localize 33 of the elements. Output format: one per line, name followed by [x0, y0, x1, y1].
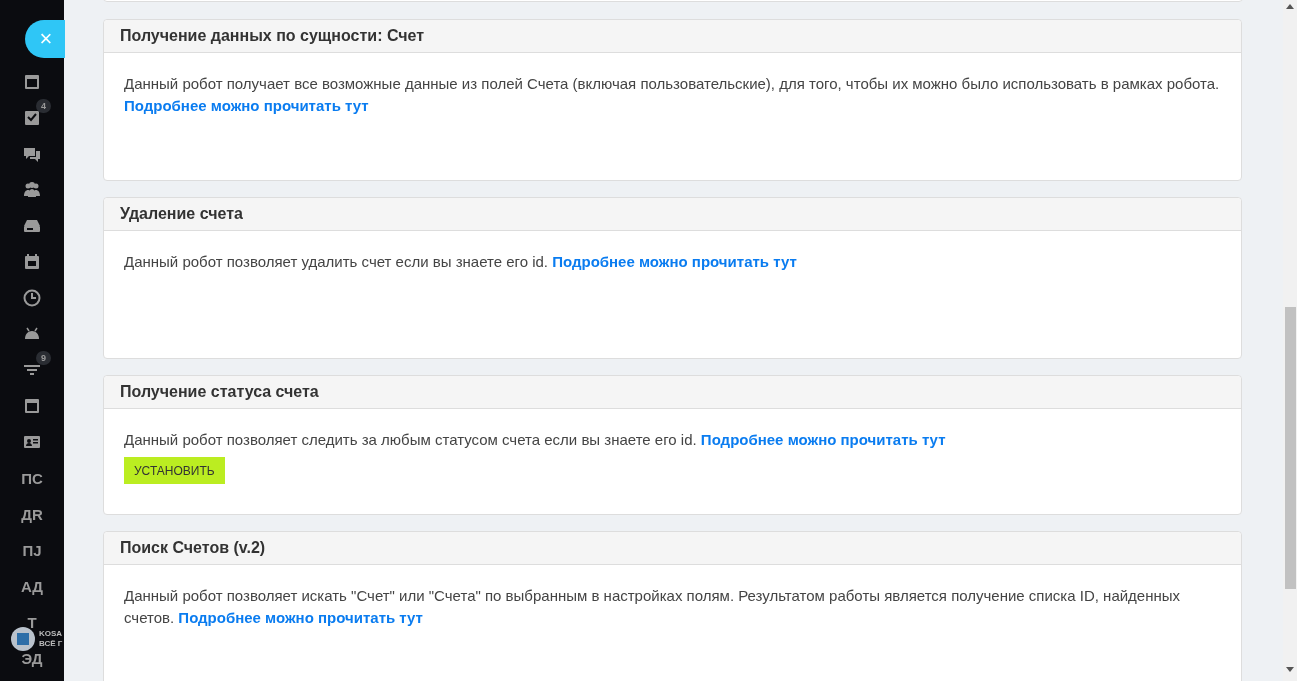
- sidebar-item[interactable]: ПС: [21, 470, 43, 486]
- card-description: Данный робот позволяет удалить счет если вы знаете его id. Подробнее можно прочитать тут: [124, 252, 798, 272]
- card-title: Получение данных по сущности: Счет: [120, 26, 425, 46]
- card-title: Поиск Счетов (v.2): [120, 538, 266, 558]
- card-title: Получение статуса счета: [120, 382, 319, 402]
- read-more-link[interactable]: Подробнее можно прочитать тут: [552, 253, 797, 270]
- sidebar-item[interactable]: ПJ: [22, 542, 42, 558]
- window-icon[interactable]: [23, 397, 41, 415]
- window-icon[interactable]: [23, 73, 41, 91]
- read-more-link[interactable]: Подробнее можно прочитать тут: [178, 609, 423, 626]
- card-title: Удаление счета: [120, 204, 243, 224]
- checkbox-icon[interactable]: [23, 109, 41, 127]
- counter-badge: 4: [36, 99, 51, 113]
- card-description: Данный робот позволяет следить за любым статусом счета если вы знаете его id. Подробнее можно прочитать тут: [124, 430, 947, 450]
- calendar-icon[interactable]: [23, 253, 41, 271]
- sidebar-item[interactable]: ДR: [21, 506, 43, 522]
- logo-icon: [11, 627, 35, 651]
- people-icon[interactable]: [23, 181, 41, 199]
- logo-text: KOSA: [39, 629, 64, 639]
- sidebar-item[interactable]: АД: [20, 578, 44, 594]
- sidebar-item[interactable]: Т: [27, 614, 37, 630]
- counter-badge: 9: [36, 351, 51, 365]
- read-more-link[interactable]: Подробнее можно прочитать тут: [700, 431, 946, 448]
- logo-text: ВСЁ Г: [39, 639, 64, 649]
- card-description: Данный робот позволяет искать "Счет" или "Счета" по выбранным в настройках полям. Результатом работы является получение списка ID, найденных счетов. Подробнее можно прочитать тут: [124, 586, 1182, 628]
- chat-icon[interactable]: [23, 145, 41, 163]
- clock-icon[interactable]: [23, 289, 41, 307]
- read-more-link[interactable]: Подробнее можно прочитать тут: [124, 97, 369, 114]
- card-description: Данный робот получает все возможные данные из полей Счета (включая пользовательские), для того, чтобы их можно было использовать в рамках робота. Подробнее можно прочитать тут: [124, 74, 1221, 116]
- id-card-icon[interactable]: [23, 433, 41, 451]
- sidebar-item[interactable]: ЭД: [21, 650, 43, 666]
- drawer-icon[interactable]: [23, 217, 41, 235]
- install-button[interactable]: УСТАНОВИТЬ: [124, 457, 225, 484]
